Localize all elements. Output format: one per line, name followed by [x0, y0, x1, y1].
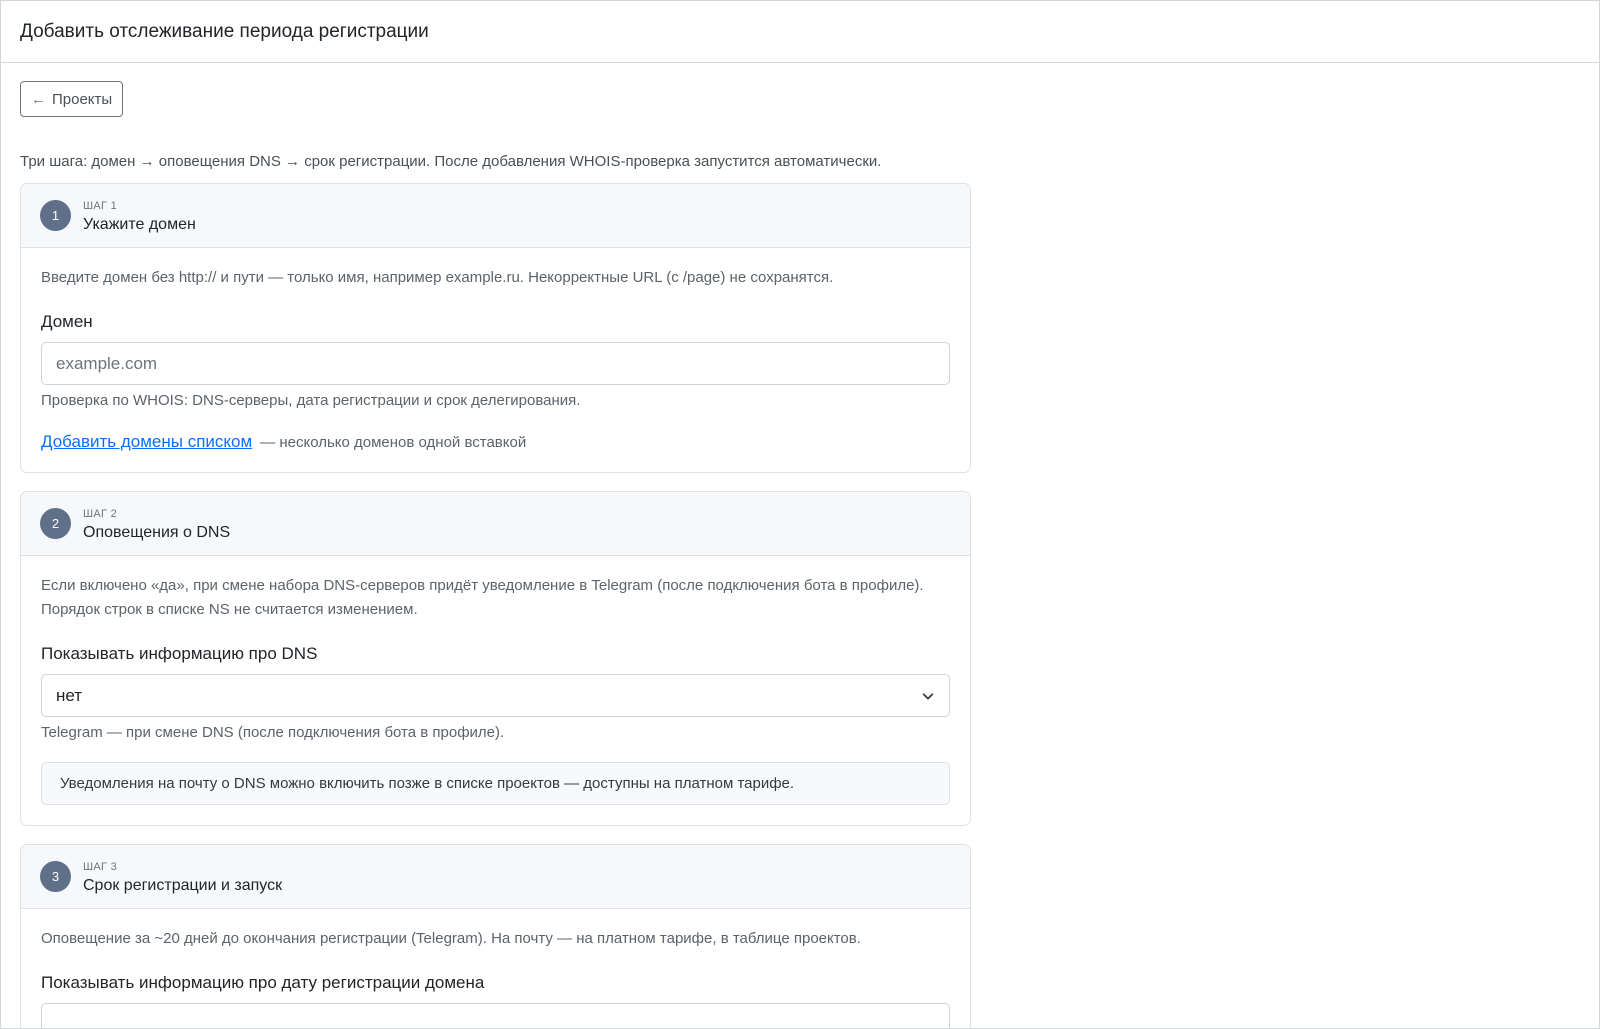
- bulk-add-hint: — несколько доменов одной вставкой: [260, 434, 527, 451]
- page-title: Добавить отслеживание периода регистраци…: [20, 20, 429, 42]
- add-domains-list-link[interactable]: Добавить домены списком: [41, 432, 252, 452]
- bulk-add-row: Добавить домены списком — несколько доме…: [41, 432, 950, 452]
- step-2-card: 2 ШАГ 2 Оповещения о DNS Если включено «…: [20, 491, 971, 826]
- step-2-description-line-2: Порядок строк в списке NS не считается и…: [41, 601, 418, 618]
- dns-info-select[interactable]: нет: [41, 674, 950, 717]
- step-2-number-badge: 2: [40, 508, 71, 539]
- registration-info-field-label: Показывать информацию про дату регистрац…: [41, 973, 485, 992]
- arrow-left-icon: ←: [31, 90, 46, 108]
- step-2-kicker: ШАГ 2: [83, 507, 118, 520]
- main-content: ← Проекты Три шага: домен → оповещения D…: [20, 81, 972, 1028]
- step-1-header: 1 ШАГ 1 Укажите домен: [21, 184, 970, 248]
- step-3-description: Оповещение за ~20 дней до окончания реги…: [41, 930, 861, 947]
- page-header: Добавить отслеживание периода регистраци…: [1, 1, 1599, 63]
- step-1-title: Укажите домен: [83, 215, 196, 233]
- intro-text: Три шага: домен → оповещения DNS → срок …: [20, 153, 882, 170]
- step-3-title: Срок регистрации и запуск: [83, 876, 283, 894]
- step-3-number-badge: 3: [40, 861, 71, 892]
- step-1-description: Введите домен без http:// и пути — тольк…: [41, 269, 834, 286]
- dns-info-field-label: Показывать информацию про DNS: [41, 644, 318, 663]
- chevron-down-icon: [922, 692, 934, 699]
- dns-help-text: Telegram — при смене DNS (после подключе…: [41, 724, 505, 741]
- step-2-title: Оповещения о DNS: [83, 523, 231, 541]
- domain-field-label: Домен: [41, 312, 93, 331]
- step-3-header: 3 ШАГ 3 Срок регистрации и запуск: [21, 845, 970, 909]
- step-1-kicker: ШАГ 1: [83, 199, 118, 212]
- step-1-body: Введите домен без http:// и пути — тольк…: [21, 248, 970, 472]
- dns-info-select-value: нет: [56, 685, 83, 705]
- step-1-card: 1 ШАГ 1 Укажите домен Введите домен без …: [20, 183, 971, 473]
- back-to-projects-button[interactable]: ← Проекты: [20, 81, 124, 117]
- step-2-body: Если включено «да», при смене набора DNS…: [21, 556, 970, 825]
- step-3-card: 3 ШАГ 3 Срок регистрации и запуск Оповещ…: [20, 844, 971, 1028]
- dns-email-note: Уведомления на почту о DNS можно включит…: [41, 762, 950, 805]
- domain-help-text: Проверка по WHOIS: DNS-серверы, дата рег…: [41, 392, 581, 409]
- back-button-label: Проекты: [52, 90, 113, 108]
- step-2-header: 2 ШАГ 2 Оповещения о DNS: [21, 492, 970, 556]
- step-2-description-line-1: Если включено «да», при смене набора DNS…: [41, 577, 924, 594]
- step-1-number-badge: 1: [40, 200, 71, 231]
- domain-input-wrapper: [41, 342, 950, 385]
- domain-input[interactable]: [56, 353, 935, 374]
- page-frame: Добавить отслеживание периода регистраци…: [0, 0, 1600, 1029]
- registration-info-select[interactable]: [41, 1003, 950, 1028]
- step-3-body: Оповещение за ~20 дней до окончания реги…: [21, 909, 970, 1028]
- step-3-kicker: ШАГ 3: [83, 860, 118, 873]
